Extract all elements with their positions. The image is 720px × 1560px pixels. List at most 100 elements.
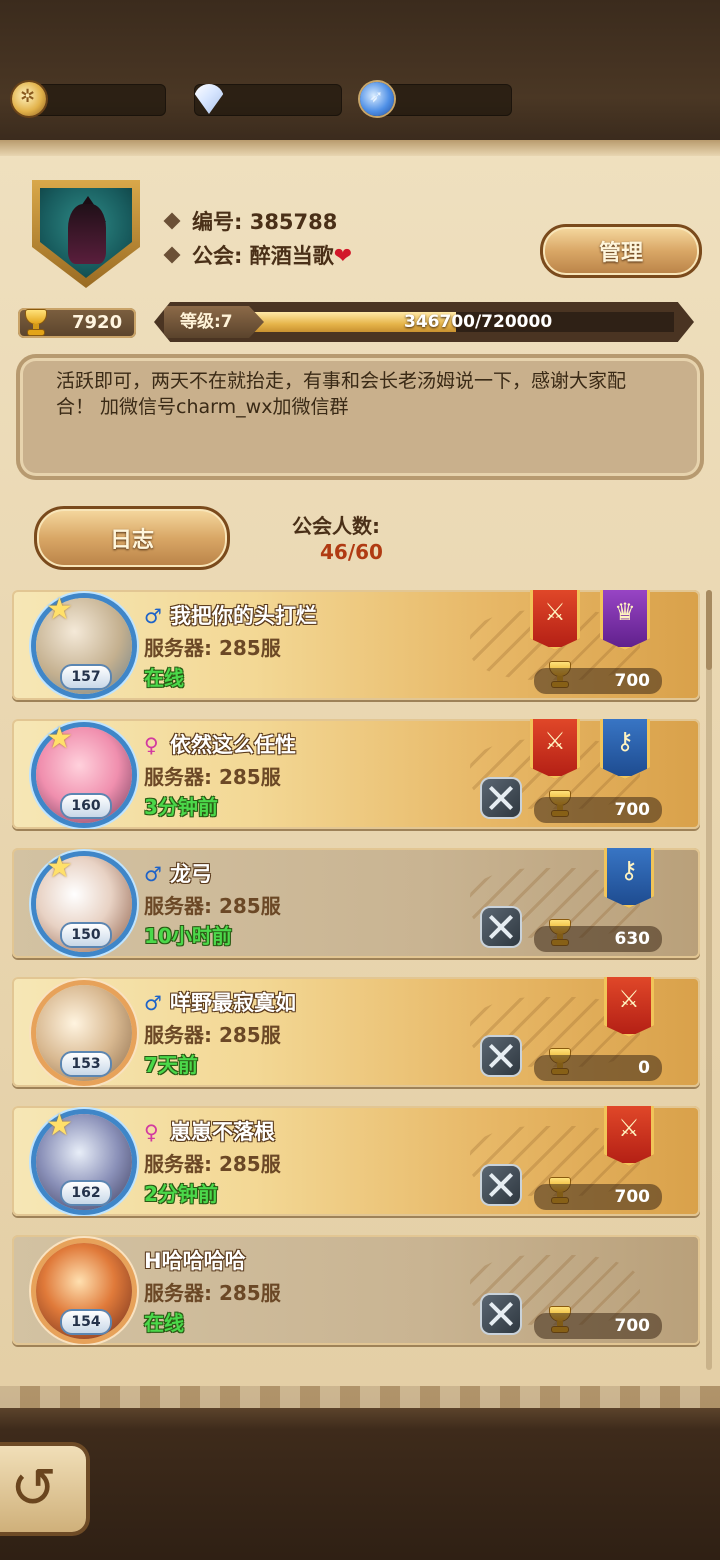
bullet-icon — [163, 246, 181, 264]
crossed-swords-icon[interactable] — [482, 1037, 520, 1075]
member-name: 我把你的头打烂 — [170, 604, 317, 628]
banner-symbol-icon: ⚷ — [616, 727, 634, 755]
red-banner-icon[interactable]: ⚔ — [604, 1106, 654, 1166]
crossed-swords-icon[interactable] — [482, 779, 520, 817]
star-icon: ★ — [46, 1108, 73, 1143]
member-status: 7天前 — [144, 1053, 198, 1077]
top-resource-bar — [0, 0, 720, 140]
member-row[interactable]: 154 H哈哈哈哈服务器: 285服 在线 700 — [12, 1235, 700, 1345]
member-name-line: ♂ 我把你的头打烂 — [144, 600, 317, 630]
diamond-icon — [194, 84, 224, 114]
member-server: 服务器: 285服 — [144, 1023, 281, 1047]
banner-symbol-icon: ⚔ — [544, 727, 566, 755]
member-name-line: ♀ 依然这么任性 — [144, 729, 296, 759]
manage-button-label: 管理 — [598, 241, 643, 266]
crossed-swords-icon[interactable] — [482, 908, 520, 946]
guild-level-bar: 等级:7 346700/720000 — [154, 302, 694, 342]
member-level-badge: 153 — [62, 1053, 110, 1075]
member-row[interactable]: ★ 160 ♀ 依然这么任性 服务器: 285服 3分钟前 ⚔ ⚷ 700 — [12, 719, 700, 829]
member-row[interactable]: 153 ♂ 咩野最寂寞如服务器: 285服 7天前 ⚔ 0 — [12, 977, 700, 1087]
witch-figure — [68, 204, 106, 264]
log-button-label: 日志 — [109, 528, 154, 553]
star-icon: ★ — [46, 850, 73, 885]
scroll-thumb[interactable] — [706, 590, 712, 670]
red-banner-icon[interactable]: ⚔ — [604, 977, 654, 1037]
members-count: 46/60 — [320, 540, 383, 564]
male-icon: ♂ — [144, 862, 162, 886]
crossed-swords-icon[interactable] — [482, 1166, 520, 1204]
red-banner-icon[interactable]: ⚔ — [530, 590, 580, 650]
heart-icon: ❤ — [333, 244, 353, 269]
male-icon: ♂ — [144, 604, 162, 628]
member-score: 700 — [534, 797, 662, 823]
red-banner-icon[interactable]: ⚔ — [530, 719, 580, 779]
member-score-value: 700 — [614, 800, 651, 820]
member-level-badge: 154 — [62, 1311, 110, 1333]
crossed-swords-icon[interactable] — [482, 1295, 520, 1333]
banner-symbol-icon: ⚔ — [618, 1114, 640, 1142]
guild-trophy-total: 7920 — [18, 308, 136, 338]
trophy-total-value: 7920 — [72, 312, 123, 333]
log-button[interactable]: 日志 — [34, 506, 230, 570]
banner-symbol-icon: ♛ — [614, 598, 636, 626]
orb-counter[interactable] — [360, 82, 512, 116]
member-score: 0 — [534, 1055, 662, 1081]
member-list[interactable]: ★ 157 ♂ 我把你的头打烂 服务器: 285服 在线 ⚔ ♛ 700 ★ 160 ♀ 依然这么任性服… — [12, 590, 702, 1380]
member-name-line: ♀ 崽崽不落根 — [144, 1116, 275, 1146]
manage-button[interactable]: 管理 — [540, 224, 702, 278]
member-server: 服务器: 285服 — [144, 1152, 281, 1176]
member-row[interactable]: ★ 150 ♂ 龙弓服务器: 285服 10小时前 ⚷ 630 — [12, 848, 700, 958]
member-status: 在线 — [144, 1311, 184, 1335]
gold-counter[interactable] — [12, 82, 166, 116]
member-score-value: 700 — [614, 1316, 651, 1336]
member-score: 630 — [534, 926, 662, 952]
guild-notice-text: 活跃即可，两天不在就抬走，有事和会长老汤姆说一下，感谢大家配合！ 加微信号cha… — [56, 370, 627, 418]
exp-value: 346700/720000 — [404, 312, 553, 332]
member-score: 700 — [534, 1184, 662, 1210]
guild-name-text: 公会: 醉酒当歌 — [192, 244, 334, 268]
member-level-badge: 162 — [62, 1182, 110, 1204]
bottom-bar — [0, 1386, 720, 1560]
members-label: 公会人数: — [292, 514, 380, 538]
member-name: 崽崽不落根 — [170, 1120, 275, 1144]
guild-id: 编号: 385788 — [163, 206, 338, 236]
blue-orb-icon — [360, 82, 394, 116]
member-list-scrollbar[interactable] — [706, 590, 712, 1370]
female-icon: ♀ — [144, 1120, 159, 1144]
banner-symbol-icon: ⚔ — [544, 598, 566, 626]
member-status: 10小时前 — [144, 924, 232, 948]
star-icon: ★ — [46, 592, 73, 627]
member-name-line: ♂ 龙弓 — [144, 858, 212, 888]
member-name: 咩野最寂寞如 — [170, 991, 296, 1015]
member-server: 服务器: 285服 — [144, 636, 281, 660]
banner-symbol-icon: ⚷ — [620, 856, 638, 884]
guild-id-text: 编号: 385788 — [192, 210, 338, 234]
member-row[interactable]: ★ 157 ♂ 我把你的头打烂 服务器: 285服 在线 ⚔ ♛ 700 — [12, 590, 700, 700]
blue-banner-icon[interactable]: ⚷ — [600, 719, 650, 779]
diamond-counter[interactable] — [194, 84, 342, 116]
star-icon: ★ — [46, 721, 73, 756]
member-name-line: ♂ 咩野最寂寞如 — [144, 987, 296, 1017]
member-name-line: H哈哈哈哈 — [144, 1245, 246, 1275]
member-level-badge: 157 — [62, 666, 110, 688]
member-score-value: 700 — [614, 1187, 651, 1207]
member-server: 服务器: 285服 — [144, 894, 281, 918]
member-server: 服务器: 285服 — [144, 765, 281, 789]
member-name: 龙弓 — [170, 862, 212, 886]
bullet-icon — [163, 212, 181, 230]
blue-banner-icon[interactable]: ⚷ — [604, 848, 654, 908]
member-name: 依然这么任性 — [170, 733, 296, 757]
member-server: 服务器: 285服 — [144, 1281, 281, 1305]
member-level-badge: 160 — [62, 795, 110, 817]
member-score-value: 0 — [638, 1058, 650, 1078]
male-icon: ♂ — [144, 991, 162, 1015]
member-row[interactable]: ★ 162 ♀ 崽崽不落根服务器: 285服 2分钟前 ⚔ 700 — [12, 1106, 700, 1216]
back-button[interactable]: ↺ — [0, 1446, 86, 1532]
member-status: 2分钟前 — [144, 1182, 218, 1206]
trophy-icon — [22, 310, 50, 336]
member-score-value: 700 — [614, 671, 651, 691]
member-level-badge: 150 — [62, 924, 110, 946]
member-score: 700 — [534, 1313, 662, 1339]
member-name: H哈哈哈哈 — [144, 1249, 246, 1273]
purple-banner-icon[interactable]: ♛ — [600, 590, 650, 650]
